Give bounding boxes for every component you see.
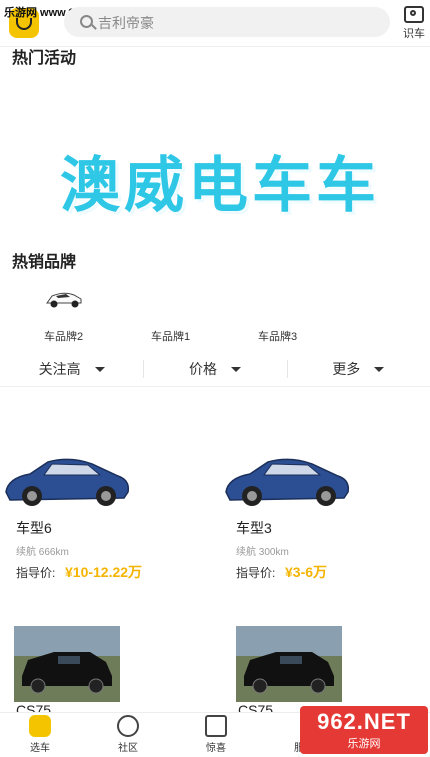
scan-car-label: 识车 (403, 28, 425, 40)
hot-activity-title: 热门活动 (12, 50, 77, 67)
watermark-logo: 962.NET 乐游网 (300, 706, 428, 754)
tab-surprise[interactable]: 惊喜 (186, 715, 246, 754)
caret-down-icon (230, 366, 241, 372)
car-image (5, 458, 130, 506)
watermark-small-text: 乐游网 (347, 738, 381, 750)
price-label: 指导价: (236, 566, 276, 580)
filter-bar: 关注高 价格 更多 (0, 352, 430, 387)
brand-car-thumbnail[interactable] (44, 284, 84, 312)
filter-price[interactable]: 价格 (143, 352, 286, 386)
car-card[interactable]: CS75 (236, 626, 430, 718)
activity-banner[interactable]: 澳威电车车 (30, 140, 410, 220)
car-name: 车型3 (236, 520, 272, 536)
car-image (236, 626, 342, 702)
watermark-big-text: 962.NET (317, 709, 411, 734)
search-placeholder: 吉利帝豪 (98, 15, 154, 31)
car-card[interactable]: 车型3 续航 300km 指导价: ¥3-6万 (220, 442, 420, 592)
filter-label: 价格 (188, 361, 217, 377)
search-input[interactable]: 吉利帝豪 (64, 7, 390, 37)
tab-select-car[interactable]: 选车 (10, 715, 70, 754)
hot-brands-title: 热销品牌 (12, 254, 77, 271)
tab-community[interactable]: 社区 (98, 715, 158, 754)
caret-down-icon (374, 366, 385, 372)
filter-more[interactable]: 更多 (286, 352, 430, 386)
filter-label: 关注高 (38, 361, 81, 377)
car-price: ¥3-6万 (285, 564, 328, 580)
camera-icon (404, 6, 424, 23)
top-bar: 乐游网 www.962.net 吉利帝豪 识车 (0, 0, 430, 47)
tab-label: 惊喜 (206, 743, 226, 754)
select-car-icon (29, 715, 51, 737)
brand-item[interactable]: 车品牌2 (44, 328, 83, 344)
brand-row: 车品牌2 车品牌1 车品牌3 (0, 276, 430, 346)
filter-label: 更多 (332, 361, 361, 377)
car-image (225, 458, 350, 506)
filter-popularity[interactable]: 关注高 (0, 352, 143, 386)
car-card[interactable]: 车型6 续航 666km 指导价: ¥10-12.22万 (0, 442, 200, 592)
price-label: 指导价: (16, 566, 56, 580)
car-range: 续航 300km (236, 547, 289, 558)
car-range: 续航 666km (16, 547, 69, 558)
shopping-bag-icon (205, 715, 227, 737)
car-card[interactable]: CS75 (14, 626, 214, 718)
tab-label: 社区 (118, 743, 138, 754)
community-icon (117, 715, 139, 737)
caret-down-icon (94, 366, 105, 372)
car-image (14, 626, 120, 702)
car-name: 车型6 (16, 520, 52, 536)
brand-item[interactable]: 车品牌1 (151, 328, 190, 344)
tab-label: 选车 (30, 743, 50, 754)
brand-item[interactable]: 车品牌3 (258, 328, 297, 344)
search-icon (80, 15, 93, 28)
scan-car-button[interactable]: 识车 (400, 6, 428, 41)
car-price: ¥10-12.22万 (65, 564, 143, 580)
